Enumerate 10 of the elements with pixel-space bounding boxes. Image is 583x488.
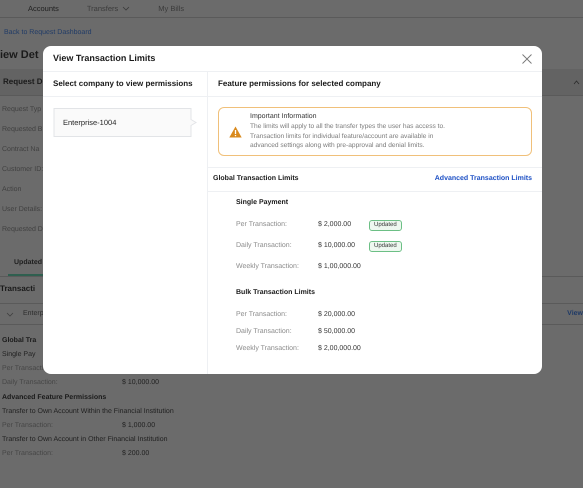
column-heading: Select company to view permissions [53,78,193,90]
section-title: Transacti [0,283,36,295]
panel-title: Request D [3,76,43,88]
warning-icon [229,126,242,138]
close-icon[interactable] [522,54,532,64]
chevron-up-icon[interactable] [573,80,580,84]
column-heading: Feature permissions for selected company [218,78,381,90]
chevron-down-icon[interactable] [6,312,14,316]
page-title: iew Det [0,48,39,62]
dialog-title: View Transaction Limits [53,52,156,65]
